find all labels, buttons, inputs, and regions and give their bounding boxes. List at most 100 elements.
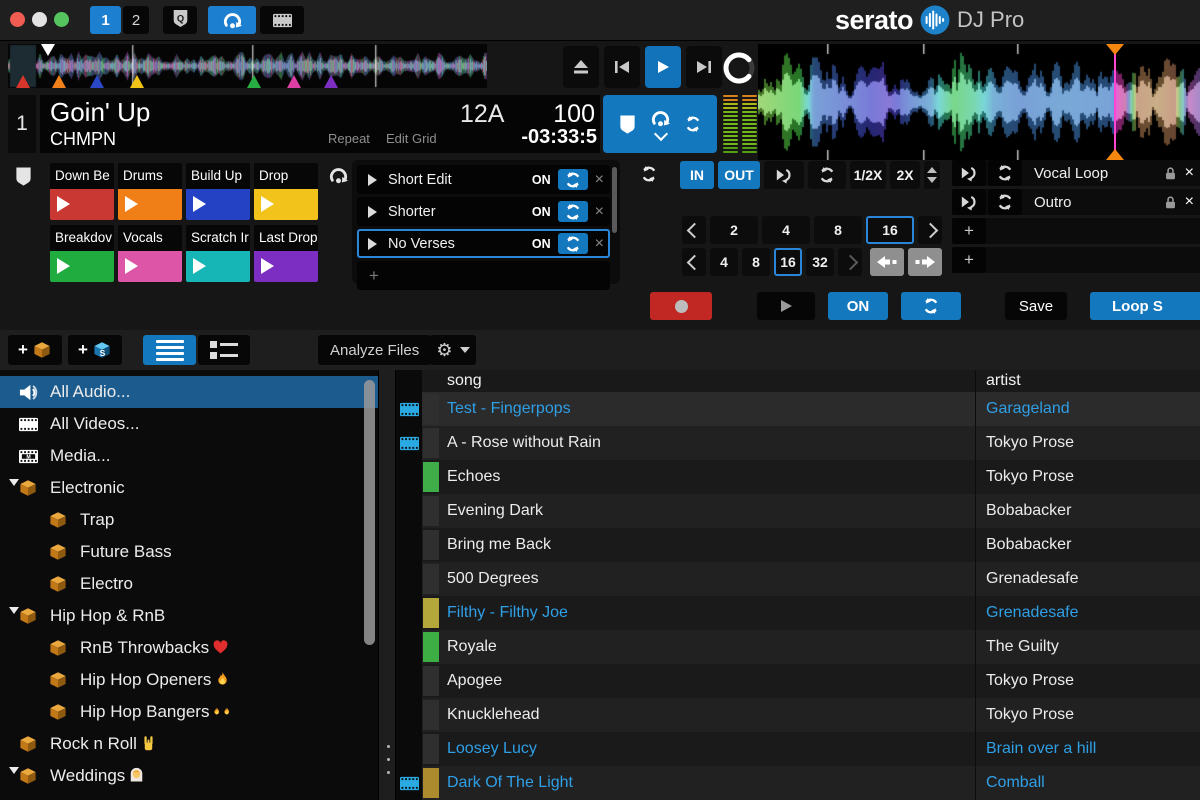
autoloop-16-button[interactable]: 16 [866,216,914,244]
loop-in-button[interactable]: IN [680,161,714,189]
autoloop-bigger-button[interactable] [918,216,942,244]
save-loop-button[interactable]: Save [1005,292,1067,320]
sidebar-item[interactable]: All Audio... [0,376,378,408]
table-row[interactable]: EchoesTokyo Prose [396,460,1200,494]
analyze-files-button[interactable]: Analyze Files [318,335,431,365]
table-row[interactable]: Test - FingerpopsGarageland [396,392,1200,426]
cue-marker[interactable] [52,75,66,88]
loop-on-toggle[interactable]: ON [532,205,551,219]
hot-cue-pad[interactable]: Breakdov [50,225,114,282]
tab-deck-2[interactable]: 2 [123,6,149,34]
table-row[interactable]: Evening DarkBobabacker [396,494,1200,528]
tab-deck-1[interactable]: 1 [90,6,121,34]
column-header-artist[interactable]: artist [975,370,1200,392]
saved-loop-row[interactable]: ShorterON× [357,197,610,226]
table-row[interactable]: Loosey LucyBrain over a hill [396,732,1200,766]
previous-track-button[interactable] [604,46,640,88]
hot-cue-trigger[interactable] [186,189,250,220]
track-overview-waveform[interactable] [8,44,487,88]
saved-loop-row[interactable]: Outro× [952,189,1200,215]
reloop-button[interactable] [901,292,961,320]
sidebar-item[interactable] [0,792,378,800]
table-row[interactable]: Bring me BackBobabacker [396,528,1200,562]
sidebar-item[interactable]: RnB Throwbacks [0,632,378,664]
sidebar-item[interactable]: MMedia... [0,440,378,472]
lock-icon[interactable] [1164,166,1177,181]
chevron-down-icon[interactable] [9,767,19,774]
minimize-window-button[interactable] [32,12,47,27]
sidebar-item[interactable]: Hip Hop Bangers [0,696,378,728]
beatjump-8-button[interactable]: 8 [742,248,770,276]
table-row[interactable]: 500 DegreesGrenadesafe [396,562,1200,596]
reloop-button[interactable] [558,169,588,190]
sidebar-item[interactable]: Electronic [0,472,378,504]
quantize-button[interactable]: Q [163,6,197,34]
play-loop-button[interactable] [764,161,804,189]
next-track-button[interactable] [686,46,722,88]
delete-loop-button[interactable]: × [595,204,604,220]
hot-cue-trigger[interactable] [118,251,182,282]
hot-cue-pad[interactable]: Last Drop [254,225,318,282]
loop-on-button[interactable]: ON [828,292,888,320]
beatjump-16-button[interactable]: 16 [774,248,802,276]
hot-cue-trigger[interactable] [186,251,250,282]
sidebar-item[interactable]: Weddings [0,760,378,792]
list-view-button[interactable] [143,335,196,365]
reloop-button[interactable] [558,233,588,254]
close-window-button[interactable] [10,12,25,27]
main-waveform-canvas[interactable] [758,44,1200,160]
hot-cue-pad[interactable]: Build Up [186,163,250,220]
add-loop-row[interactable]: + [357,261,610,290]
hot-cue-trigger[interactable] [118,189,182,220]
loop-slot-stepper[interactable] [924,161,940,189]
add-loop-row[interactable]: + [952,247,1200,273]
reloop-button[interactable] [988,189,1022,215]
saved-loop-row[interactable]: Vocal Loop× [952,160,1200,186]
delete-loop-button[interactable]: × [1185,193,1194,211]
autoloop-smaller-button[interactable] [682,216,706,244]
beatjump-4-button[interactable]: 4 [710,248,738,276]
main-waveform[interactable] [758,44,1200,160]
repeat-button[interactable]: Repeat [328,131,370,146]
loop-on-toggle[interactable]: ON [532,237,551,251]
play-icon[interactable] [368,174,377,186]
edit-grid-button[interactable]: Edit Grid [386,131,437,146]
table-row[interactable]: Filthy - Filthy JoeGrenadesafe [396,596,1200,630]
sidebar-item[interactable]: Rock n Roll [0,728,378,760]
play-loop-button[interactable] [952,189,986,215]
hot-cue-pad[interactable]: Vocals [118,225,182,282]
autoloop-4-button[interactable]: 4 [762,216,810,244]
cue-marker[interactable] [324,75,338,88]
beatjump-forward-button[interactable] [908,248,942,276]
loop-play-button[interactable] [757,292,815,320]
cue-marker[interactable] [247,75,261,88]
play-icon[interactable] [368,238,377,250]
table-row[interactable]: KnuckleheadTokyo Prose [396,698,1200,732]
cue-marker[interactable] [130,75,144,88]
add-loop-row[interactable]: + [952,218,1200,244]
table-row[interactable]: A - Rose without RainTokyo Prose [396,426,1200,460]
hot-cue-trigger[interactable] [254,251,318,282]
hot-cue-pad[interactable]: Drums [118,163,182,220]
record-button[interactable] [650,292,712,320]
cue-marker[interactable] [16,75,30,88]
library-settings-button[interactable]: ⚙ [430,335,476,365]
beatjump-back-button[interactable] [870,248,904,276]
album-art-view-button[interactable] [198,335,250,365]
delete-loop-button[interactable]: × [1185,164,1194,182]
sidebar-scrollbar[interactable] [364,380,375,645]
loops-scrollbar[interactable] [612,167,617,233]
play-button[interactable] [645,46,681,88]
zoom-window-button[interactable] [54,12,69,27]
sidebar-item[interactable]: Hip Hop & RnB [0,600,378,632]
chevron-down-icon[interactable] [9,479,19,486]
sidebar-item[interactable]: All Videos... [0,408,378,440]
lock-icon[interactable] [1164,195,1177,210]
delete-loop-button[interactable]: × [595,236,604,252]
beatjump-smaller-button[interactable] [682,248,706,276]
play-loop-button[interactable] [952,160,986,186]
reloop-button[interactable] [988,160,1022,186]
delete-loop-button[interactable]: × [595,172,604,188]
table-row[interactable]: ApogeeTokyo Prose [396,664,1200,698]
hot-cue-trigger[interactable] [254,189,318,220]
